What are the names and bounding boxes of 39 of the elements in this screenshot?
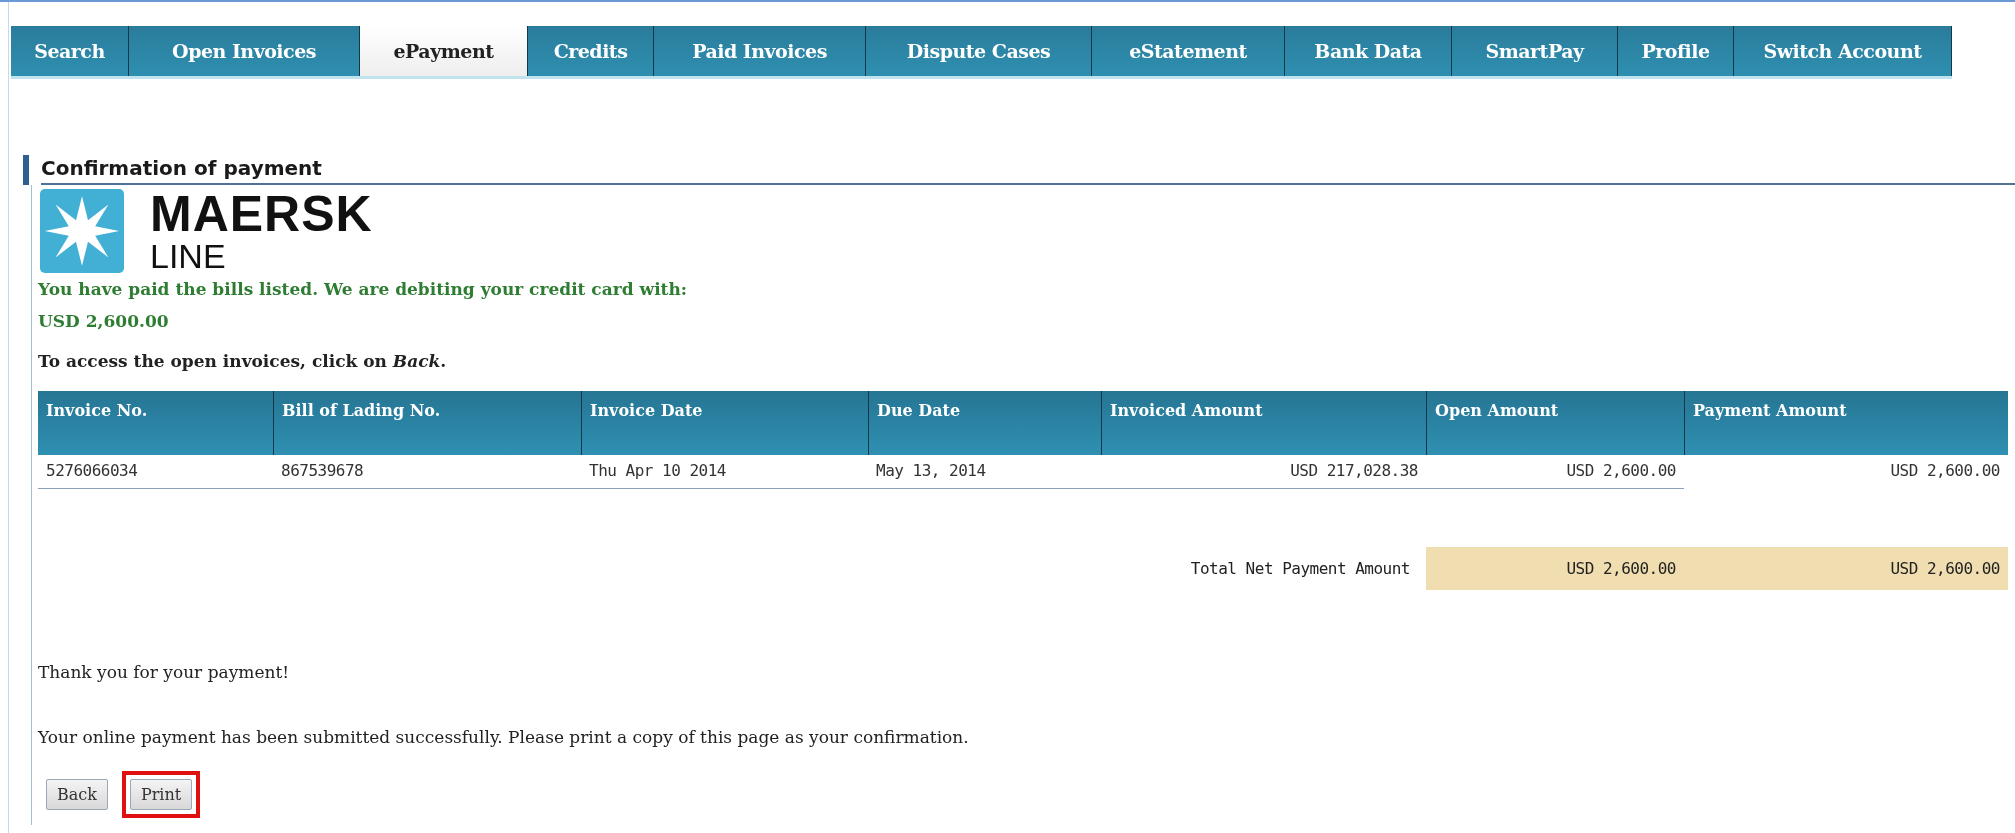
- nav-tab[interactable]: Switch Account: [1734, 26, 1952, 76]
- nav-tab[interactable]: Bank Data: [1285, 26, 1452, 76]
- success-message: You have paid the bills listed. We are debiting your credit card with:: [38, 278, 689, 301]
- table-cell: 5276066034: [38, 455, 273, 489]
- heading-marker: [23, 155, 29, 185]
- column-header: Invoice Date: [581, 391, 868, 455]
- total-payment-amount: USD 2,600.00: [1684, 547, 2008, 590]
- table-cell: USD 217,028.38: [1101, 455, 1426, 489]
- table-cell-text: USD 2,600.00: [1889, 460, 2001, 482]
- logo-wordmark: MAERSK: [150, 189, 373, 239]
- column-header: Open Amount: [1426, 391, 1684, 455]
- star-logo-icon: [40, 189, 124, 273]
- column-header: Payment Amount: [1684, 391, 2008, 455]
- action-button[interactable]: Back: [46, 779, 108, 810]
- debit-amount: USD 2,600.00: [38, 310, 170, 333]
- column-header: Due Date: [868, 391, 1101, 455]
- nav-tab[interactable]: Search: [11, 26, 129, 76]
- nav-tab[interactable]: Paid Invoices: [654, 26, 866, 76]
- total-open-amount: USD 2,600.00: [1426, 547, 1684, 590]
- nav-tab[interactable]: Dispute Cases: [866, 26, 1092, 76]
- column-header: Invoiced Amount: [1101, 391, 1426, 455]
- table-cell: USD 2,600.00: [1426, 455, 1684, 489]
- column-header: Bill of Lading No.: [273, 391, 581, 455]
- thank-you-text: Thank you for your payment!: [38, 662, 291, 682]
- table-cell: Thu Apr 10 2014: [581, 455, 868, 489]
- nav-tab[interactable]: SmartPay: [1452, 26, 1618, 76]
- column-header: Invoice No.: [38, 391, 273, 455]
- nav-tab[interactable]: Credits: [528, 26, 654, 76]
- action-button[interactable]: Print: [129, 779, 193, 810]
- confirmation-note: Your online payment has been submitted successfully. Please print a copy of this page as your confirmation.: [38, 727, 970, 747]
- section-title: Confirmation of payment: [41, 155, 2015, 185]
- total-label: Total Net Payment Amount: [1189, 558, 1411, 580]
- logo-subtitle: LINE: [150, 239, 227, 273]
- nav-tab[interactable]: eStatement: [1092, 26, 1285, 76]
- instruction-text: To access the open invoices, click on Back.: [38, 351, 448, 371]
- nav-tab[interactable]: ePayment: [360, 26, 528, 76]
- table-cell: 867539678: [273, 455, 581, 489]
- nav-tab[interactable]: Profile: [1618, 26, 1734, 76]
- table-cell: May 13, 2014: [868, 455, 1101, 489]
